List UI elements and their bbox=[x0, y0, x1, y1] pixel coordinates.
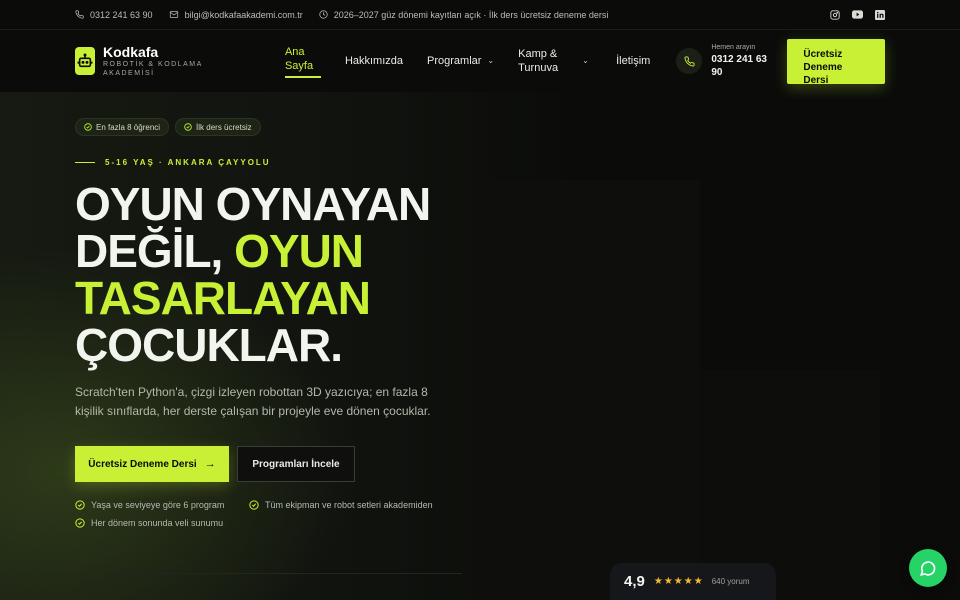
hero-description: Scratch'ten Python'a, çizgi izleyen robo… bbox=[75, 385, 431, 418]
feature-label: Yaşa ve seviyeye göre 6 program bbox=[91, 500, 225, 510]
brand-subtitle: ROBOTİK & KODLAMA AKADEMİSİ bbox=[102, 60, 203, 77]
feature-item: Yaşa ve seviyeye göre 6 program bbox=[75, 500, 249, 510]
phone-icon bbox=[676, 48, 703, 74]
feature-label: Tüm ekipman ve robot setleri akademiden bbox=[265, 500, 433, 510]
whatsapp-chat-button[interactable] bbox=[909, 549, 947, 587]
nav-item-label: Hakkımızda bbox=[344, 55, 404, 67]
hero-badges: En fazla 8 öğrenci İlk ders ücretsiz bbox=[75, 118, 475, 136]
headline-line-4: ÇOCUKLAR. bbox=[75, 319, 343, 371]
button-label: Programları İncele bbox=[252, 458, 340, 470]
nav-item-label: İletişim bbox=[616, 55, 651, 67]
hero-eyebrow: 5-16 YAŞ · ANKARA ÇAYYOLU bbox=[75, 158, 475, 167]
check-circle-icon bbox=[184, 123, 192, 131]
badge-free-first-lesson: İlk ders ücretsiz bbox=[175, 118, 261, 136]
badge-label: İlk ders ücretsiz bbox=[196, 122, 252, 132]
chevron-down-icon: ⌄ bbox=[582, 56, 589, 65]
nav-item-label: Programlar bbox=[427, 55, 482, 67]
main-header: Kodkafa ROBOTİK & KODLAMA AKADEMİSİ Ana … bbox=[0, 30, 960, 92]
chevron-down-icon: ⌄ bbox=[487, 56, 495, 65]
free-trial-button[interactable]: Ücretsiz Deneme Dersi → bbox=[75, 446, 229, 482]
call-number: 0312 241 63 90 bbox=[711, 54, 767, 78]
brand-logo[interactable]: Kodkafa ROBOTİK & KODLAMA AKADEMİSİ bbox=[102, 43, 213, 78]
topbar-notice-text: 2026–2027 güz dönemi kayıtları açık · İl… bbox=[333, 9, 609, 20]
hero-divider bbox=[75, 573, 462, 574]
social-links bbox=[830, 9, 885, 20]
rating-score: 4,9 bbox=[624, 573, 645, 590]
badge-label: En fazla 8 öğrenci bbox=[96, 122, 161, 132]
clock-icon bbox=[319, 10, 328, 19]
topbar-email[interactable]: bilgi@kodkafaakademi.com.tr bbox=[169, 10, 303, 20]
headline-part: DEĞİL, bbox=[75, 225, 235, 277]
eyebrow-text: 5-16 YAŞ · ANKARA ÇAYYOLU bbox=[105, 158, 271, 167]
check-circle-icon bbox=[249, 500, 259, 510]
header-call[interactable]: Hemen arayın 0312 241 63 90 bbox=[676, 43, 771, 79]
mail-icon bbox=[169, 11, 178, 18]
headline-line-3: TASARLAYAN bbox=[75, 272, 371, 324]
eyebrow-line bbox=[75, 162, 95, 163]
hero-headline: OYUN OYNAYAN DEĞİL, OYUN TASARLAYAN ÇOCU… bbox=[75, 181, 475, 369]
badge-max-students: En fazla 8 öğrenci bbox=[75, 118, 170, 136]
nav-item-camp-tournament[interactable]: Kamp & Turnuva ⌄ bbox=[518, 47, 592, 75]
top-info-bar: 0312 241 63 90 bilgi@kodkafaakademi.com.… bbox=[0, 0, 960, 30]
nav-item-programs[interactable]: Programlar ⌄ bbox=[427, 54, 494, 68]
check-circle-icon bbox=[75, 500, 85, 510]
chat-bubble-icon bbox=[919, 561, 936, 576]
instagram-icon[interactable] bbox=[830, 9, 840, 20]
hero-features: Yaşa ve seviyeye göre 6 program Tüm ekip… bbox=[75, 500, 475, 536]
call-label: Hemen arayın bbox=[711, 44, 756, 51]
feature-item: Tüm ekipman ve robot setleri akademiden bbox=[249, 500, 449, 510]
nav-item-about[interactable]: Hakkımızda bbox=[345, 54, 403, 68]
phone-icon bbox=[75, 10, 84, 19]
header-free-trial-button[interactable]: Ücretsiz Deneme Dersi bbox=[787, 38, 885, 86]
nav-item-home[interactable]: Ana Sayfa bbox=[284, 45, 321, 78]
hero-section: En fazla 8 öğrenci İlk ders ücretsiz 5-1… bbox=[75, 118, 475, 536]
arrow-right-icon: → bbox=[204, 458, 216, 470]
topbar-phone[interactable]: 0312 241 63 90 bbox=[75, 10, 153, 20]
youtube-icon[interactable] bbox=[852, 10, 863, 19]
check-circle-icon bbox=[84, 123, 92, 131]
main-nav: Ana Sayfa Hakkımızda Programlar ⌄ Kamp &… bbox=[284, 45, 674, 78]
star-rating-icon: ★★★★★ bbox=[653, 576, 704, 587]
topbar-email-text: bilgi@kodkafaakademi.com.tr bbox=[184, 9, 303, 20]
feature-item: Her dönem sonunda veli sunumu bbox=[75, 518, 223, 528]
robot-logo-icon[interactable] bbox=[75, 47, 95, 75]
button-label: Ücretsiz Deneme Dersi bbox=[88, 458, 197, 470]
headline-line-1: OYUN OYNAYAN bbox=[75, 178, 431, 230]
rating-count: 640 yorum bbox=[711, 577, 750, 586]
nav-item-contact[interactable]: İletişim bbox=[616, 54, 650, 68]
explore-programs-button[interactable]: Programları İncele bbox=[237, 446, 355, 482]
check-circle-icon bbox=[75, 518, 85, 528]
headline-line-2: DEĞİL, OYUN bbox=[75, 228, 475, 275]
topbar-phone-text: 0312 241 63 90 bbox=[90, 9, 153, 20]
hero-image-placeholder bbox=[480, 180, 700, 600]
linkedin-icon[interactable] bbox=[875, 9, 885, 20]
nav-item-label: Ana Sayfa bbox=[284, 45, 314, 72]
brand-name: Kodkafa bbox=[102, 43, 159, 60]
nav-item-label: Kamp & Turnuva bbox=[518, 48, 559, 74]
feature-label: Her dönem sonunda veli sunumu bbox=[91, 518, 224, 528]
rating-card[interactable]: 4,9 ★★★★★ 640 yorum bbox=[610, 563, 776, 600]
topbar-notice: 2026–2027 güz dönemi kayıtları açık · İl… bbox=[319, 9, 609, 20]
hero-buttons: Ücretsiz Deneme Dersi → Programları İnce… bbox=[75, 446, 475, 482]
headline-highlight: OYUN bbox=[234, 225, 364, 277]
